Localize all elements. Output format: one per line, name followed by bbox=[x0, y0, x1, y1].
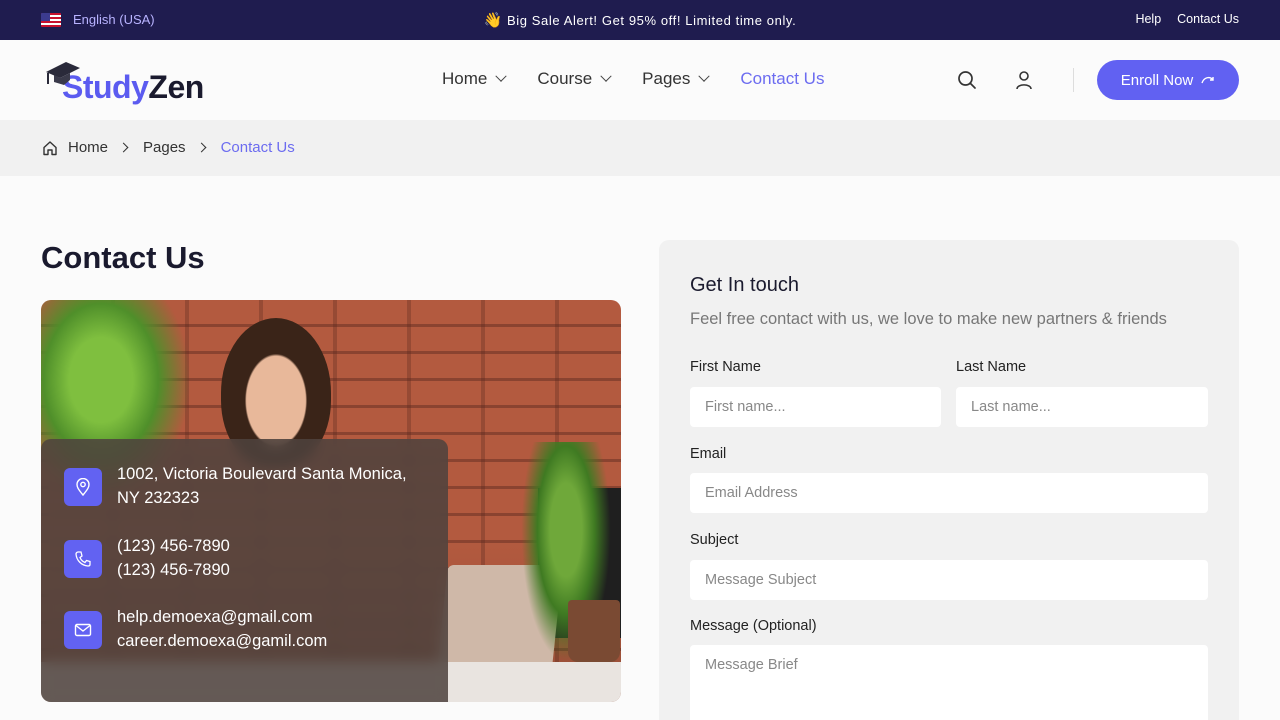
last-name-input[interactable] bbox=[956, 387, 1208, 427]
header-divider bbox=[1073, 68, 1074, 92]
chevron-down-icon bbox=[495, 70, 508, 82]
nav-home-label: Home bbox=[442, 69, 488, 88]
contact-form: Get In touch Feel free contact with us, … bbox=[659, 240, 1239, 720]
first-name-input[interactable] bbox=[690, 387, 941, 427]
contact-info-card: 1002, Victoria Boulevard Santa Monica, N… bbox=[41, 439, 448, 702]
chevron-right-icon bbox=[196, 142, 207, 153]
email-row: help.demoexa@gmail.com career.demoexa@ga… bbox=[64, 605, 327, 653]
chevron-down-icon bbox=[698, 70, 711, 82]
address-line-1: 1002, Victoria Boulevard Santa Monica, bbox=[117, 465, 407, 483]
email-input[interactable] bbox=[690, 473, 1208, 513]
breadcrumb-current: Contact Us bbox=[220, 139, 295, 156]
site-header: StudyZen Home Course Pages Contact Us En… bbox=[0, 40, 1280, 120]
mail-icon bbox=[64, 611, 102, 649]
breadcrumb-bar: Home Pages Contact Us bbox=[0, 120, 1280, 176]
sale-alert: 👋 Big Sale Alert! Get 95% off! Limited ti… bbox=[0, 11, 1280, 29]
breadcrumb-pages[interactable]: Pages bbox=[143, 139, 186, 156]
nav-contact-us[interactable]: Contact Us bbox=[740, 69, 824, 89]
subject-label: Subject bbox=[690, 532, 739, 548]
form-title: Get In touch bbox=[690, 274, 799, 296]
nav-course-label: Course bbox=[537, 69, 593, 88]
email-label: Email bbox=[690, 446, 727, 462]
arrow-icon bbox=[1201, 76, 1214, 84]
sale-alert-text: Big Sale Alert! Get 95% off! Limited tim… bbox=[506, 13, 797, 28]
enroll-now-button[interactable]: Enroll Now bbox=[1097, 60, 1239, 100]
enroll-now-label: Enroll Now bbox=[1120, 71, 1194, 89]
nav-course[interactable]: Course bbox=[537, 69, 612, 89]
graduation-cap-icon bbox=[46, 62, 80, 85]
nav-pages-label: Pages bbox=[642, 69, 691, 88]
nav-contact-us-label: Contact Us bbox=[740, 69, 825, 88]
first-name-label: First Name bbox=[690, 359, 761, 375]
nav-pages[interactable]: Pages bbox=[642, 69, 711, 89]
phone-2[interactable]: (123) 456-7890 bbox=[117, 558, 230, 582]
waving-hand-icon: 👋 bbox=[483, 12, 503, 29]
chevron-down-icon bbox=[600, 70, 612, 82]
nav-home[interactable]: Home bbox=[442, 69, 508, 89]
last-name-label: Last Name bbox=[956, 359, 1027, 375]
location-pin-icon bbox=[64, 468, 102, 506]
email-1[interactable]: help.demoexa@gmail.com bbox=[117, 605, 327, 629]
address-line-2: NY 232323 bbox=[117, 489, 200, 507]
page-title: Contact Us bbox=[41, 240, 205, 275]
phone-icon bbox=[64, 540, 102, 578]
message-label: Message (Optional) bbox=[690, 618, 817, 634]
search-icon[interactable] bbox=[957, 70, 977, 90]
phone-1[interactable]: (123) 456-7890 bbox=[117, 534, 230, 558]
home-icon bbox=[43, 140, 57, 155]
breadcrumb: Home Pages Contact Us bbox=[42, 139, 295, 156]
main-nav: Home Course Pages Contact Us bbox=[442, 69, 824, 89]
top-contact-link[interactable]: Contact Us bbox=[1177, 12, 1239, 26]
subject-input[interactable] bbox=[690, 560, 1208, 600]
message-textarea[interactable] bbox=[690, 645, 1208, 720]
email-2[interactable]: career.demoexa@gamil.com bbox=[117, 629, 327, 653]
help-link[interactable]: Help bbox=[1135, 12, 1161, 26]
address-row: 1002, Victoria Boulevard Santa Monica, N… bbox=[64, 462, 407, 510]
form-subtitle: Feel free contact with us, we love to ma… bbox=[690, 310, 1167, 328]
phone-row: (123) 456-7890 (123) 456-7890 bbox=[64, 534, 230, 582]
top-bar: English (USA) 👋 Big Sale Alert! Get 95% o… bbox=[0, 0, 1280, 40]
logo-zen: Zen bbox=[148, 69, 204, 105]
top-links: Help Contact Us bbox=[1135, 12, 1239, 26]
breadcrumb-home[interactable]: Home bbox=[68, 139, 108, 156]
chevron-right-icon bbox=[118, 142, 129, 153]
user-icon[interactable] bbox=[1015, 70, 1033, 90]
studyzen-logo[interactable]: StudyZen bbox=[44, 58, 204, 106]
